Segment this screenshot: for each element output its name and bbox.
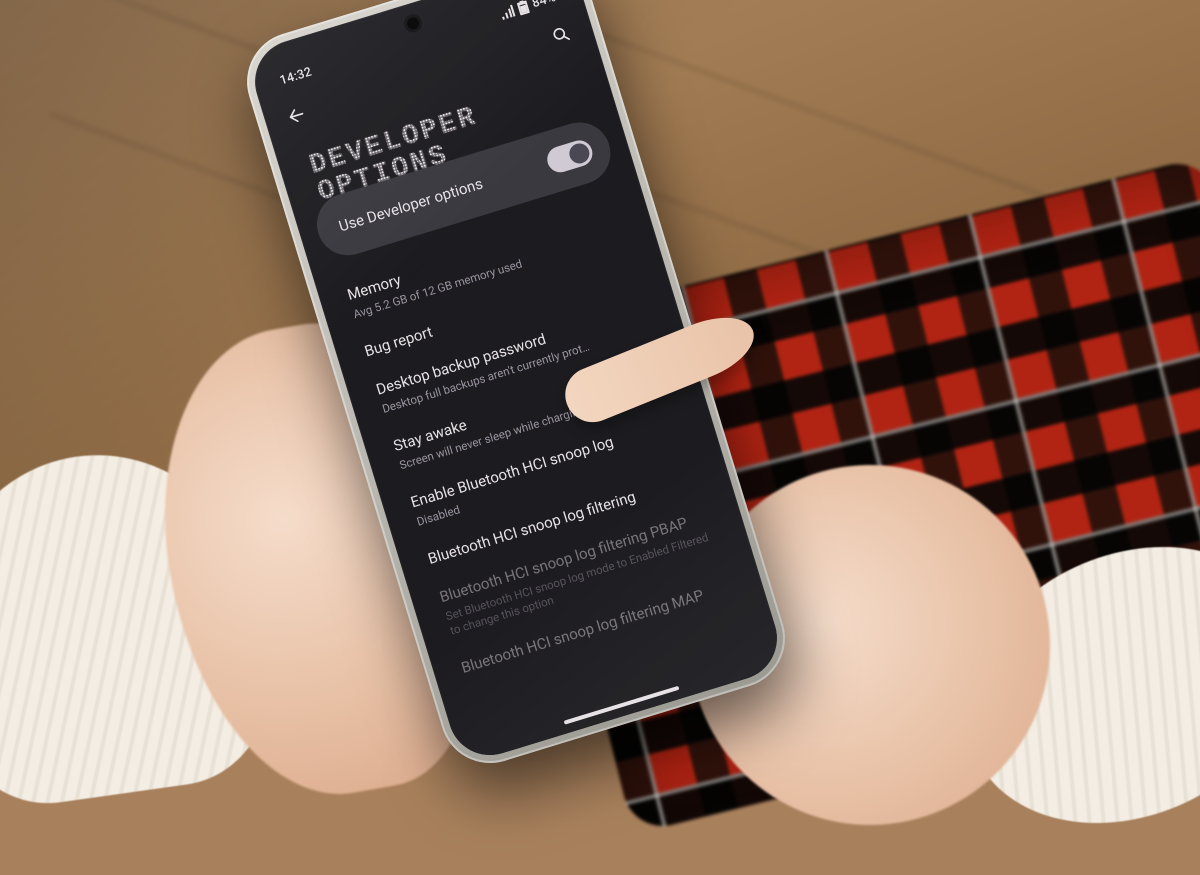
- status-time: 14:32: [278, 65, 314, 89]
- battery-percentage: 84%: [530, 0, 557, 11]
- search-button[interactable]: [543, 17, 578, 52]
- switch-on-icon[interactable]: [544, 137, 596, 175]
- setting-bluetooth-hci-filtering-pbap[interactable]: Bluetooth HCI snoop log filtering PBAP S…: [438, 506, 725, 638]
- cellular-signal-icon: [498, 4, 515, 20]
- battery-icon: [516, 0, 530, 15]
- back-button[interactable]: [279, 98, 314, 133]
